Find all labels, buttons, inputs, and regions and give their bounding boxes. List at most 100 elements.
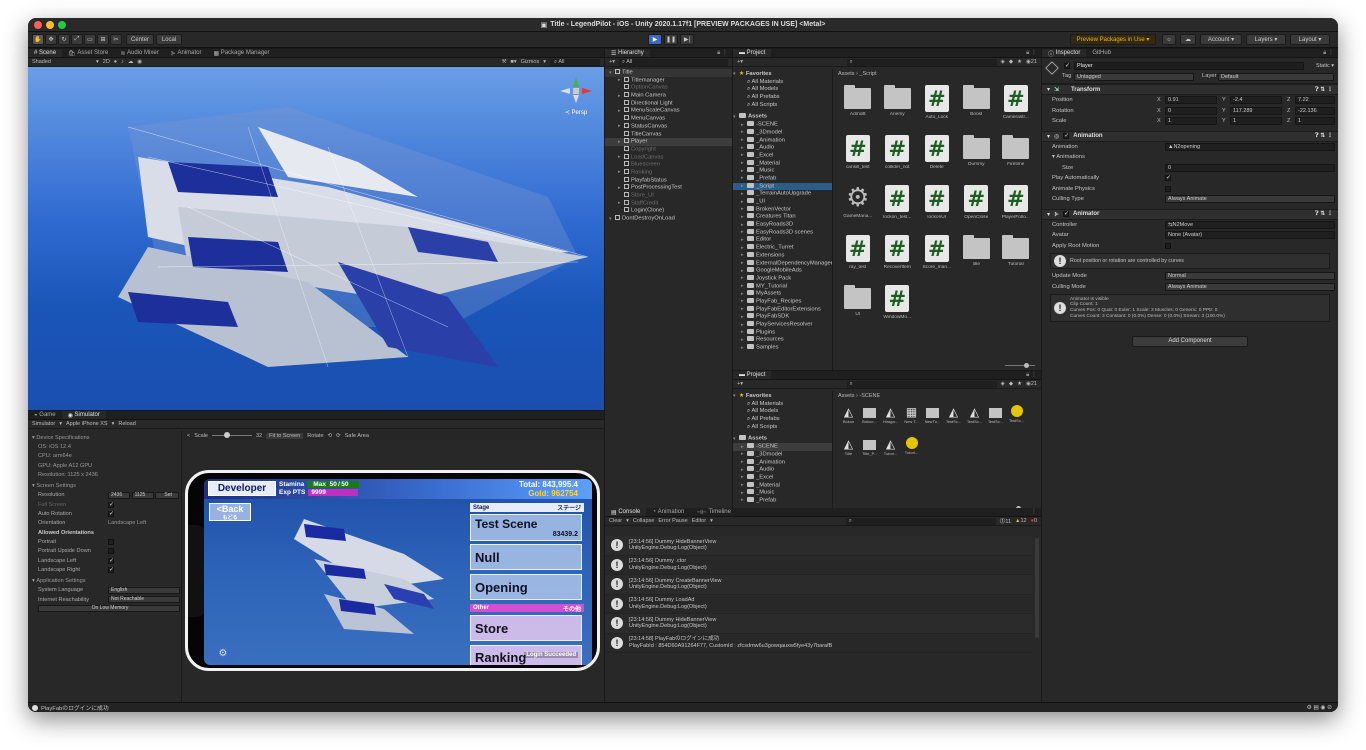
editor-dropdown[interactable]: Editor — [692, 518, 706, 524]
animation-header[interactable]: ▾ ◎ ✓ Animation ❓︎ ⇅ ⋮ — [1042, 131, 1338, 142]
favorite-item[interactable]: ⌕ All Models — [733, 86, 832, 94]
foldout-icon[interactable]: ▾ — [1047, 86, 1050, 93]
asset-item[interactable]: Bokoo... — [859, 405, 880, 435]
animator-help-icon[interactable]: ❓︎ ⇅ ⋮ — [1315, 210, 1333, 218]
asset-folder-item[interactable]: ▸ BrokenVector — [733, 205, 832, 214]
asset-folder-item[interactable]: ▸ _Animation — [733, 136, 832, 145]
tab-animation[interactable]: ◔ Animation — [646, 508, 690, 516]
orientation-value[interactable]: Landscape Left — [108, 520, 146, 526]
asset-folder-item[interactable]: ▸ EasyRoads3D — [733, 221, 832, 229]
asset-folder-item[interactable]: ▸ _Prefab — [733, 174, 832, 183]
asset-folder-item[interactable]: ▸ Joystick Pack — [733, 274, 832, 283]
favorite-item[interactable]: ⌕ All Materials — [733, 401, 832, 409]
asset-folder-item[interactable]: ▸ _TerrainAutoUpgrade — [733, 190, 832, 198]
cloud-icon[interactable]: ☁ — [1180, 34, 1196, 45]
tab-timeline[interactable]: ⊣⊢ Timeline — [690, 508, 737, 516]
fullscreen-checkbox[interactable]: ✓ — [108, 501, 114, 508]
collapse-button[interactable]: Collapse — [633, 518, 654, 524]
rect-tool-icon[interactable]: ▭ — [84, 34, 96, 45]
asset-item[interactable]: # lockon_test... — [878, 185, 918, 231]
hierarchy-item[interactable]: ▸ Main Camera — [605, 92, 732, 100]
scene-search[interactable]: ⌕ All — [550, 58, 600, 66]
scale-y-field[interactable]: 1 — [1230, 117, 1282, 125]
pivot-center-button[interactable]: Center — [126, 34, 154, 45]
visibility-icon[interactable]: ◉ — [137, 59, 142, 65]
shading-dropdown[interactable]: Shaded — [32, 59, 92, 65]
asset-item[interactable]: UI — [838, 285, 878, 331]
hierarchy-item[interactable]: Directional Light — [605, 99, 732, 108]
tab-project-2[interactable]: ▬ Project — [733, 371, 772, 379]
favorite-item[interactable]: ⌕ All Prefabs — [733, 94, 832, 102]
asset-folder-item[interactable]: ▸ _Prefab — [733, 496, 832, 505]
update-mode-dropdown[interactable]: Normal — [1165, 272, 1335, 280]
favorites-header[interactable]: ▾ ★ Favorites — [733, 71, 832, 79]
favorite-item[interactable]: ⌕ All Scripts — [733, 424, 832, 432]
hierarchy-item[interactable]: ▸ PostProcessingTest — [605, 184, 732, 192]
screen-settings-header[interactable]: ▾ Screen Settings — [28, 481, 181, 490]
portrait-ud-checkbox[interactable] — [108, 548, 114, 555]
favorite-item[interactable]: ⌕ All Materials — [733, 79, 832, 87]
store-button[interactable]: Store — [470, 615, 582, 641]
gizmos-dropdown[interactable]: Gizmos — [521, 59, 540, 65]
asset-item[interactable]: # cansill_test — [838, 135, 878, 181]
pivot-local-button[interactable]: Local — [156, 34, 182, 45]
asset-folder-item[interactable]: ▸ _Audio — [733, 466, 832, 474]
rotate-left-icon[interactable]: ⟲ — [328, 433, 333, 439]
reload-button[interactable]: Reload — [118, 421, 135, 427]
asset-folder-item[interactable]: ▸ Samples — [733, 344, 832, 352]
rot-x-field[interactable]: 0 — [1165, 106, 1217, 115]
hierarchy-item[interactable]: Store_UI — [605, 192, 732, 200]
hierarchy-item[interactable]: ▸ LoadCanvas — [605, 153, 732, 162]
project-path[interactable]: Assets › _Script — [838, 71, 877, 77]
scale-tool-icon[interactable]: ⤢ — [71, 34, 83, 45]
tag-dropdown[interactable]: Untagged — [1074, 73, 1194, 81]
move-tool-icon[interactable]: ✥ — [45, 34, 57, 45]
asset-item[interactable]: ◭ Tutori... — [880, 437, 901, 467]
favorite-item[interactable]: ⌕ All Models — [733, 408, 832, 416]
favorite-item[interactable]: ⌕ All Scripts — [733, 102, 832, 110]
project-add-button[interactable]: +▾ — [737, 59, 743, 65]
console-scrollbar[interactable] — [1035, 538, 1039, 638]
asset-item[interactable]: Dummy — [957, 135, 997, 181]
animation-foldout-icon[interactable]: ▾ — [1047, 133, 1050, 140]
asset-folder-item[interactable]: ▸ ExternalDependencyManager — [733, 259, 832, 268]
hierarchy-item[interactable]: TitleCanvas — [605, 130, 732, 139]
animation-enabled-checkbox[interactable]: ✓ — [1063, 133, 1069, 139]
close-button[interactable] — [34, 21, 42, 29]
tab-hierarchy[interactable]: ☰ Hierarchy — [605, 49, 650, 57]
layers-dropdown[interactable]: Layers ▾ — [1246, 34, 1286, 45]
asset-folder-item[interactable]: ▸ _Excel — [733, 151, 832, 160]
hierarchy-item[interactable]: ▸ Titlemanager — [605, 76, 732, 85]
camera-icon[interactable]: ■▾ — [511, 59, 517, 65]
tab-github[interactable]: GitHub — [1086, 49, 1117, 57]
hierarchy-item[interactable]: ▾ DontDestroyOnLoad — [605, 215, 732, 223]
animation-help-icon[interactable]: ❓︎ ⇅ ⋮ — [1315, 132, 1333, 140]
tab-audio-mixer[interactable]: ≋ Audio Mixer — [114, 49, 164, 57]
asset-item[interactable]: Firetime — [996, 135, 1036, 181]
asset-folder-item[interactable]: ▸ GoogleMobileAds — [733, 267, 832, 275]
tools-icon[interactable]: ⚒ — [502, 59, 507, 65]
pos-z-field[interactable]: 7.22 — [1295, 96, 1335, 104]
animator-foldout-icon[interactable]: ▾ — [1047, 211, 1050, 218]
project-zoom-thumb[interactable] — [1024, 363, 1029, 368]
hierarchy-item[interactable]: ▸ MenuScaleCanvas — [605, 107, 732, 115]
project2-add-button[interactable]: +▾ — [737, 381, 743, 387]
hierarchy-item[interactable]: MenuCanvas — [605, 115, 732, 123]
device-dropdown[interactable]: Apple iPhone XS — [66, 421, 108, 427]
asset-folder-item[interactable]: ▸ Editor — [733, 236, 832, 244]
project2-search[interactable]: ⌕ — [846, 380, 997, 388]
transform-tool-icon[interactable]: ⊞ — [97, 34, 109, 45]
console-log-entry[interactable]: ! [23:14:56] Dummy HideBannerView UnityEng… — [605, 614, 1033, 634]
info-count[interactable]: ⓵11 — [1000, 517, 1011, 525]
warning-count[interactable]: ▲12 — [1015, 518, 1027, 524]
orientation-gizmo[interactable]: ≺ Persp — [558, 75, 594, 116]
asset-folder-item[interactable]: ▸ MyAssets — [733, 290, 832, 298]
asset-item[interactable]: NewTu... — [922, 405, 943, 435]
safe-area-toggle[interactable]: Safe Area — [345, 433, 369, 439]
asset-folder-item[interactable]: ▸ Resources — [733, 336, 832, 344]
asset-item[interactable]: # ray_test — [838, 235, 878, 281]
transform-header[interactable]: ▾ ⇲ Transform ❓︎ ⇅ ⋮ — [1042, 85, 1338, 95]
null-button[interactable]: Null — [470, 544, 582, 570]
asset-item[interactable]: # collider_not — [878, 135, 918, 181]
asset-folder-item[interactable]: ▸ Extensions — [733, 251, 832, 260]
